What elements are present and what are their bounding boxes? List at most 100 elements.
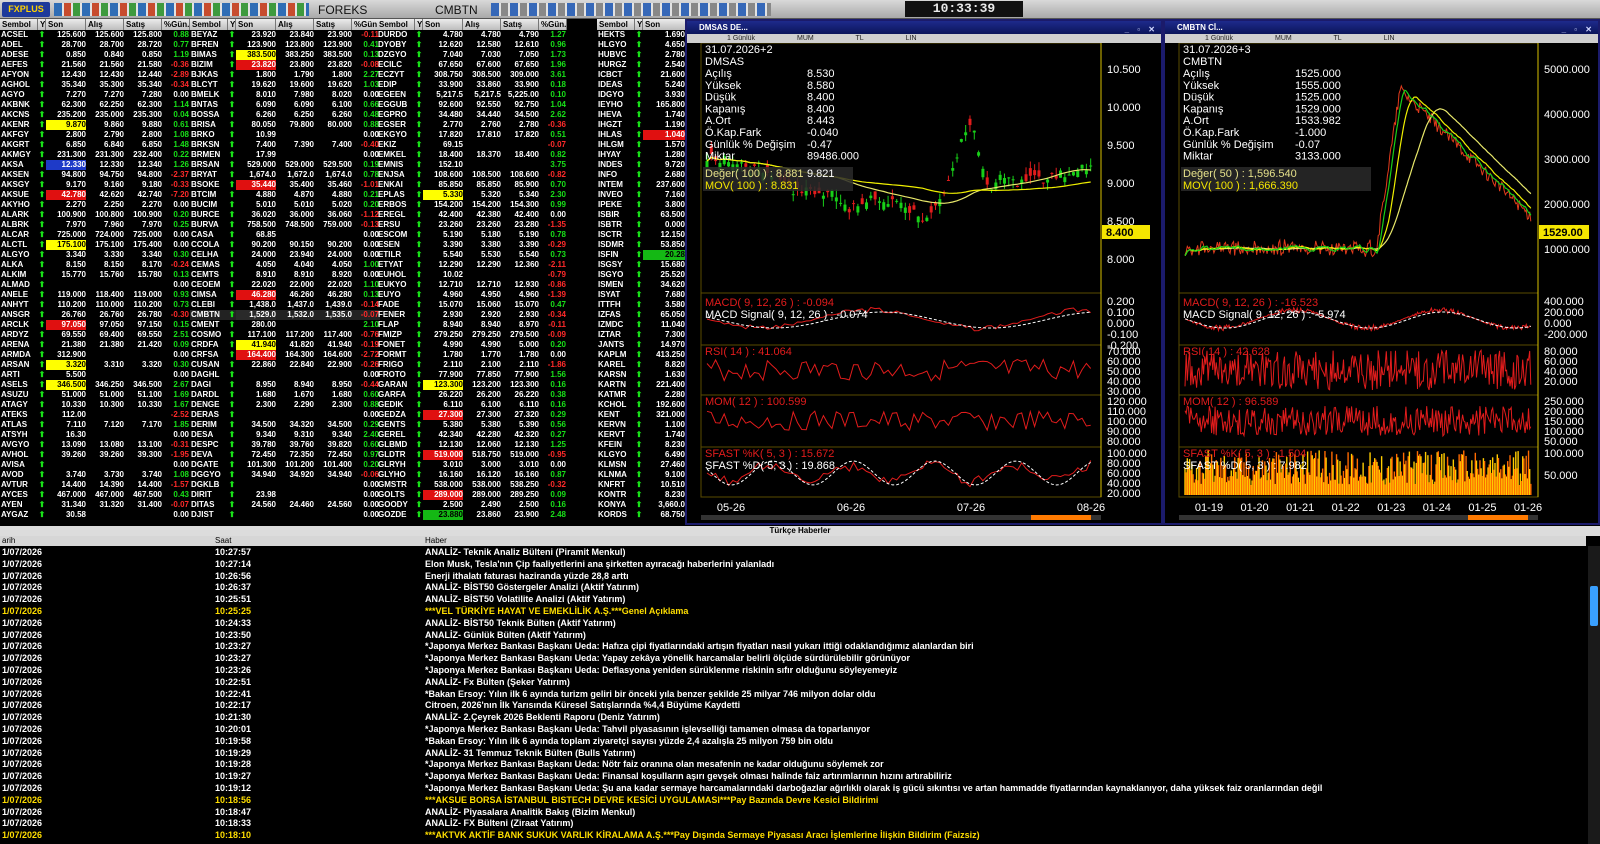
watchlist-row[interactable]: HEKTS ⬆ 1.690: [597, 30, 685, 40]
watchlist-row[interactable]: DGGYO ⬆ 34.940 34.920 34.940 -0.06: [190, 470, 380, 480]
symbol[interactable]: DEVA: [191, 450, 228, 460]
watchlist-row[interactable]: AKYHO ⬆ 2.270 2.250 2.270 0.00: [0, 200, 190, 210]
watchlist-row[interactable]: ETILR ⬆ 5.540 5.530 5.540 0.73: [377, 250, 567, 260]
chart-title-bar[interactable]: DMSAS DE... _ ▫ ✕: [687, 21, 1161, 34]
watchlist-row[interactable]: BRMEN ⬆ 17.99 0.00: [190, 150, 380, 160]
watchlist-row[interactable]: DESA ⬆ 9.340 9.310 9.340 2.40: [190, 430, 380, 440]
news-row[interactable]: 1/07/2026 10:19:27 *Japonya Merkez Bankası…: [0, 770, 1586, 782]
symbol[interactable]: ANHYT: [1, 300, 38, 310]
watchlist-header[interactable]: Alış: [463, 19, 501, 30]
watchlist-row[interactable]: AYGAZ ⬆ 30.58 0.00: [0, 510, 190, 520]
symbol[interactable]: DJIST: [191, 510, 228, 520]
symbol[interactable]: ALGYO: [1, 250, 38, 260]
watchlist-row[interactable]: ATEKS ⬆ 112.00 -2.52: [0, 410, 190, 420]
symbol[interactable]: DURDO: [378, 30, 415, 40]
watchlist-row[interactable]: ALGYO ⬆ 3.340 3.330 3.340 0.30: [0, 250, 190, 260]
watchlist-row[interactable]: BUCIM ⬆ 5.010 5.010 5.020 0.20: [190, 200, 380, 210]
watchlist-header[interactable]: Son: [643, 19, 685, 30]
watchlist-row[interactable]: KARSN ⬆ 1.630: [597, 370, 685, 380]
news-row[interactable]: 1/07/2026 10:18:33 ANALİZ- FX Bülteni (Zir…: [0, 817, 1586, 829]
chart-toolbar[interactable]: 1 Günlük MUM TL LIN: [1165, 34, 1598, 43]
watchlist-row[interactable]: BRKO ⬆ 10.99 0.00: [190, 130, 380, 140]
watchlist-row[interactable]: ARMDA ⬆ 312.900 0.00: [0, 350, 190, 360]
symbol[interactable]: GOODY: [378, 500, 415, 510]
symbol[interactable]: KERVT: [598, 430, 635, 440]
watchlist-row[interactable]: DGATE ⬆ 101.300 101.200 101.400 0.20: [190, 460, 380, 470]
watchlist-row[interactable]: CCOLA ⬆ 90.200 90.150 90.200 0.00: [190, 240, 380, 250]
watchlist-row[interactable]: BNTAS ⬆ 6.090 6.090 6.100 0.66: [190, 100, 380, 110]
watchlist-row[interactable]: GMSTR ⬆ 538.000 538.000 538.250 -0.32: [377, 480, 567, 490]
watchlist-header[interactable]: %Gün.: [352, 19, 380, 30]
watchlist-row[interactable]: EGSER ⬆ 2.770 2.760 2.780 -0.36: [377, 120, 567, 130]
symbol[interactable]: ALCTL: [1, 240, 38, 250]
watchlist-row[interactable]: GEDZA ⬆ 27.300 27.300 27.320 0.29: [377, 410, 567, 420]
symbol[interactable]: IEYHO: [598, 100, 635, 110]
symbol[interactable]: IHLAS: [598, 130, 635, 140]
symbol[interactable]: ANSGR: [1, 310, 38, 320]
watchlist-header[interactable]: %Gün.: [539, 19, 567, 30]
watchlist-row[interactable]: BEYAZ ⬆ 23.920 23.840 23.900 -0.11: [190, 30, 380, 40]
watchlist-row[interactable]: AKENR ⬆ 9.870 9.860 9.880 0.61: [0, 120, 190, 130]
symbol[interactable]: ESEN: [378, 240, 415, 250]
watchlist-row[interactable]: FONET ⬆ 4.990 4.990 5.000 0.20: [377, 340, 567, 350]
symbol[interactable]: ISYAT: [598, 290, 635, 300]
symbol[interactable]: KARTN: [598, 380, 635, 390]
watchlist-row[interactable]: CRFSA ⬆ 164.400 164.300 164.600 -2.72: [190, 350, 380, 360]
symbol[interactable]: BTCIM: [191, 190, 228, 200]
watchlist-row[interactable]: EDIP ⬆ 33.900 33.860 33.900 0.18: [377, 80, 567, 90]
scale-label[interactable]: LIN: [906, 35, 917, 42]
symbol[interactable]: FONET: [378, 340, 415, 350]
watchlist-row[interactable]: AVOD ⬆ 3.740 3.730 3.740 1.08: [0, 470, 190, 480]
cmbtn-label[interactable]: CMBTN: [435, 3, 478, 17]
window-buttons[interactable]: _ ▫ ✕: [1562, 23, 1595, 34]
symbol[interactable]: AVOD: [1, 470, 38, 480]
watchlist-row[interactable]: ALMAD ⬆ 0.00: [0, 280, 190, 290]
symbol[interactable]: DITAS: [191, 500, 228, 510]
symbol[interactable]: DZGYO: [378, 50, 415, 60]
watchlist-row[interactable]: ISDMR ⬆ 53.850: [597, 240, 685, 250]
symbol[interactable]: EUHOL: [378, 270, 415, 280]
watchlist-row[interactable]: AKSA ⬆ 12.330 12.330 12.340 1.26: [0, 160, 190, 170]
symbol[interactable]: GLDTR: [378, 450, 415, 460]
watchlist-row[interactable]: KAPLM ⬆ 413.250: [597, 350, 685, 360]
news-row[interactable]: 1/07/2026 10:23:27 *Japonya Merkez Bankası…: [0, 640, 1586, 652]
watchlist-row[interactable]: ALBRK ⬆ 7.970 7.960 7.970 0.25: [0, 220, 190, 230]
symbol[interactable]: FORMT: [378, 350, 415, 360]
watchlist-row[interactable]: EGPRO ⬆ 34.480 34.440 34.500 2.62: [377, 110, 567, 120]
watchlist-row[interactable]: IZTAR ⬆ 7.300: [597, 330, 685, 340]
symbol[interactable]: ATEKS: [1, 410, 38, 420]
watchlist-row[interactable]: ALCTL ⬆ 175.100 175.100 175.400 0.00: [0, 240, 190, 250]
watchlist-row[interactable]: ANELE ⬆ 119.000 118.400 119.000 0.93: [0, 290, 190, 300]
watchlist-row[interactable]: ANSGR ⬆ 26.760 26.760 26.780 -0.30: [0, 310, 190, 320]
symbol[interactable]: DERIM: [191, 420, 228, 430]
watchlist-row[interactable]: KERVT ⬆ 1.740: [597, 430, 685, 440]
symbol[interactable]: BLCYT: [191, 80, 228, 90]
watchlist-row[interactable]: AKMGY ⬆ 231.300 231.300 232.400 0.22: [0, 150, 190, 160]
watchlist-row[interactable]: AKFGY ⬆ 2.800 2.790 2.800 1.08: [0, 130, 190, 140]
news-row[interactable]: 1/07/2026 10:23:27 *Japonya Merkez Bankası…: [0, 652, 1586, 664]
symbol[interactable]: GMSTR: [378, 480, 415, 490]
symbol[interactable]: GOLTS: [378, 490, 415, 500]
symbol[interactable]: ALBRK: [1, 220, 38, 230]
watchlist-row[interactable]: DITAS ⬆ 24.560 24.460 24.560 0.00: [190, 500, 380, 510]
symbol[interactable]: KLMSN: [598, 460, 635, 470]
symbol[interactable]: GARFA: [378, 390, 415, 400]
symbol[interactable]: KAREL: [598, 360, 635, 370]
news-col-time[interactable]: Saat: [215, 536, 231, 546]
symbol[interactable]: ASUZU: [1, 390, 38, 400]
symbol[interactable]: KLNMA: [598, 470, 635, 480]
symbol[interactable]: HURGZ: [598, 60, 635, 70]
watchlist-row[interactable]: ALKIM ⬆ 15.770 15.760 15.780 0.13: [0, 270, 190, 280]
watchlist-row[interactable]: ARCLK ⬆ 97.050 97.050 97.150 0.15: [0, 320, 190, 330]
symbol[interactable]: GEDIK: [378, 400, 415, 410]
watchlist-row[interactable]: ATSYH ⬆ 16.30 0.00: [0, 430, 190, 440]
watchlist-row[interactable]: IDEAS ⬆ 5.240: [597, 80, 685, 90]
symbol[interactable]: EKIZ: [378, 140, 415, 150]
watchlist-row[interactable]: ECILC ⬆ 67.650 67.600 67.650 1.96: [377, 60, 567, 70]
watchlist-row[interactable]: DERAS ⬆ 0.00: [190, 410, 380, 420]
watchlist-row[interactable]: KNFRT ⬆ 10.510: [597, 480, 685, 490]
watchlist-row[interactable]: KAREL ⬆ 8.820: [597, 360, 685, 370]
symbol[interactable]: GLRYH: [378, 460, 415, 470]
watchlist-row[interactable]: BFREN ⬆ 123.900 123.800 123.900 0.41: [190, 40, 380, 50]
symbol[interactable]: DIRIT: [191, 490, 228, 500]
